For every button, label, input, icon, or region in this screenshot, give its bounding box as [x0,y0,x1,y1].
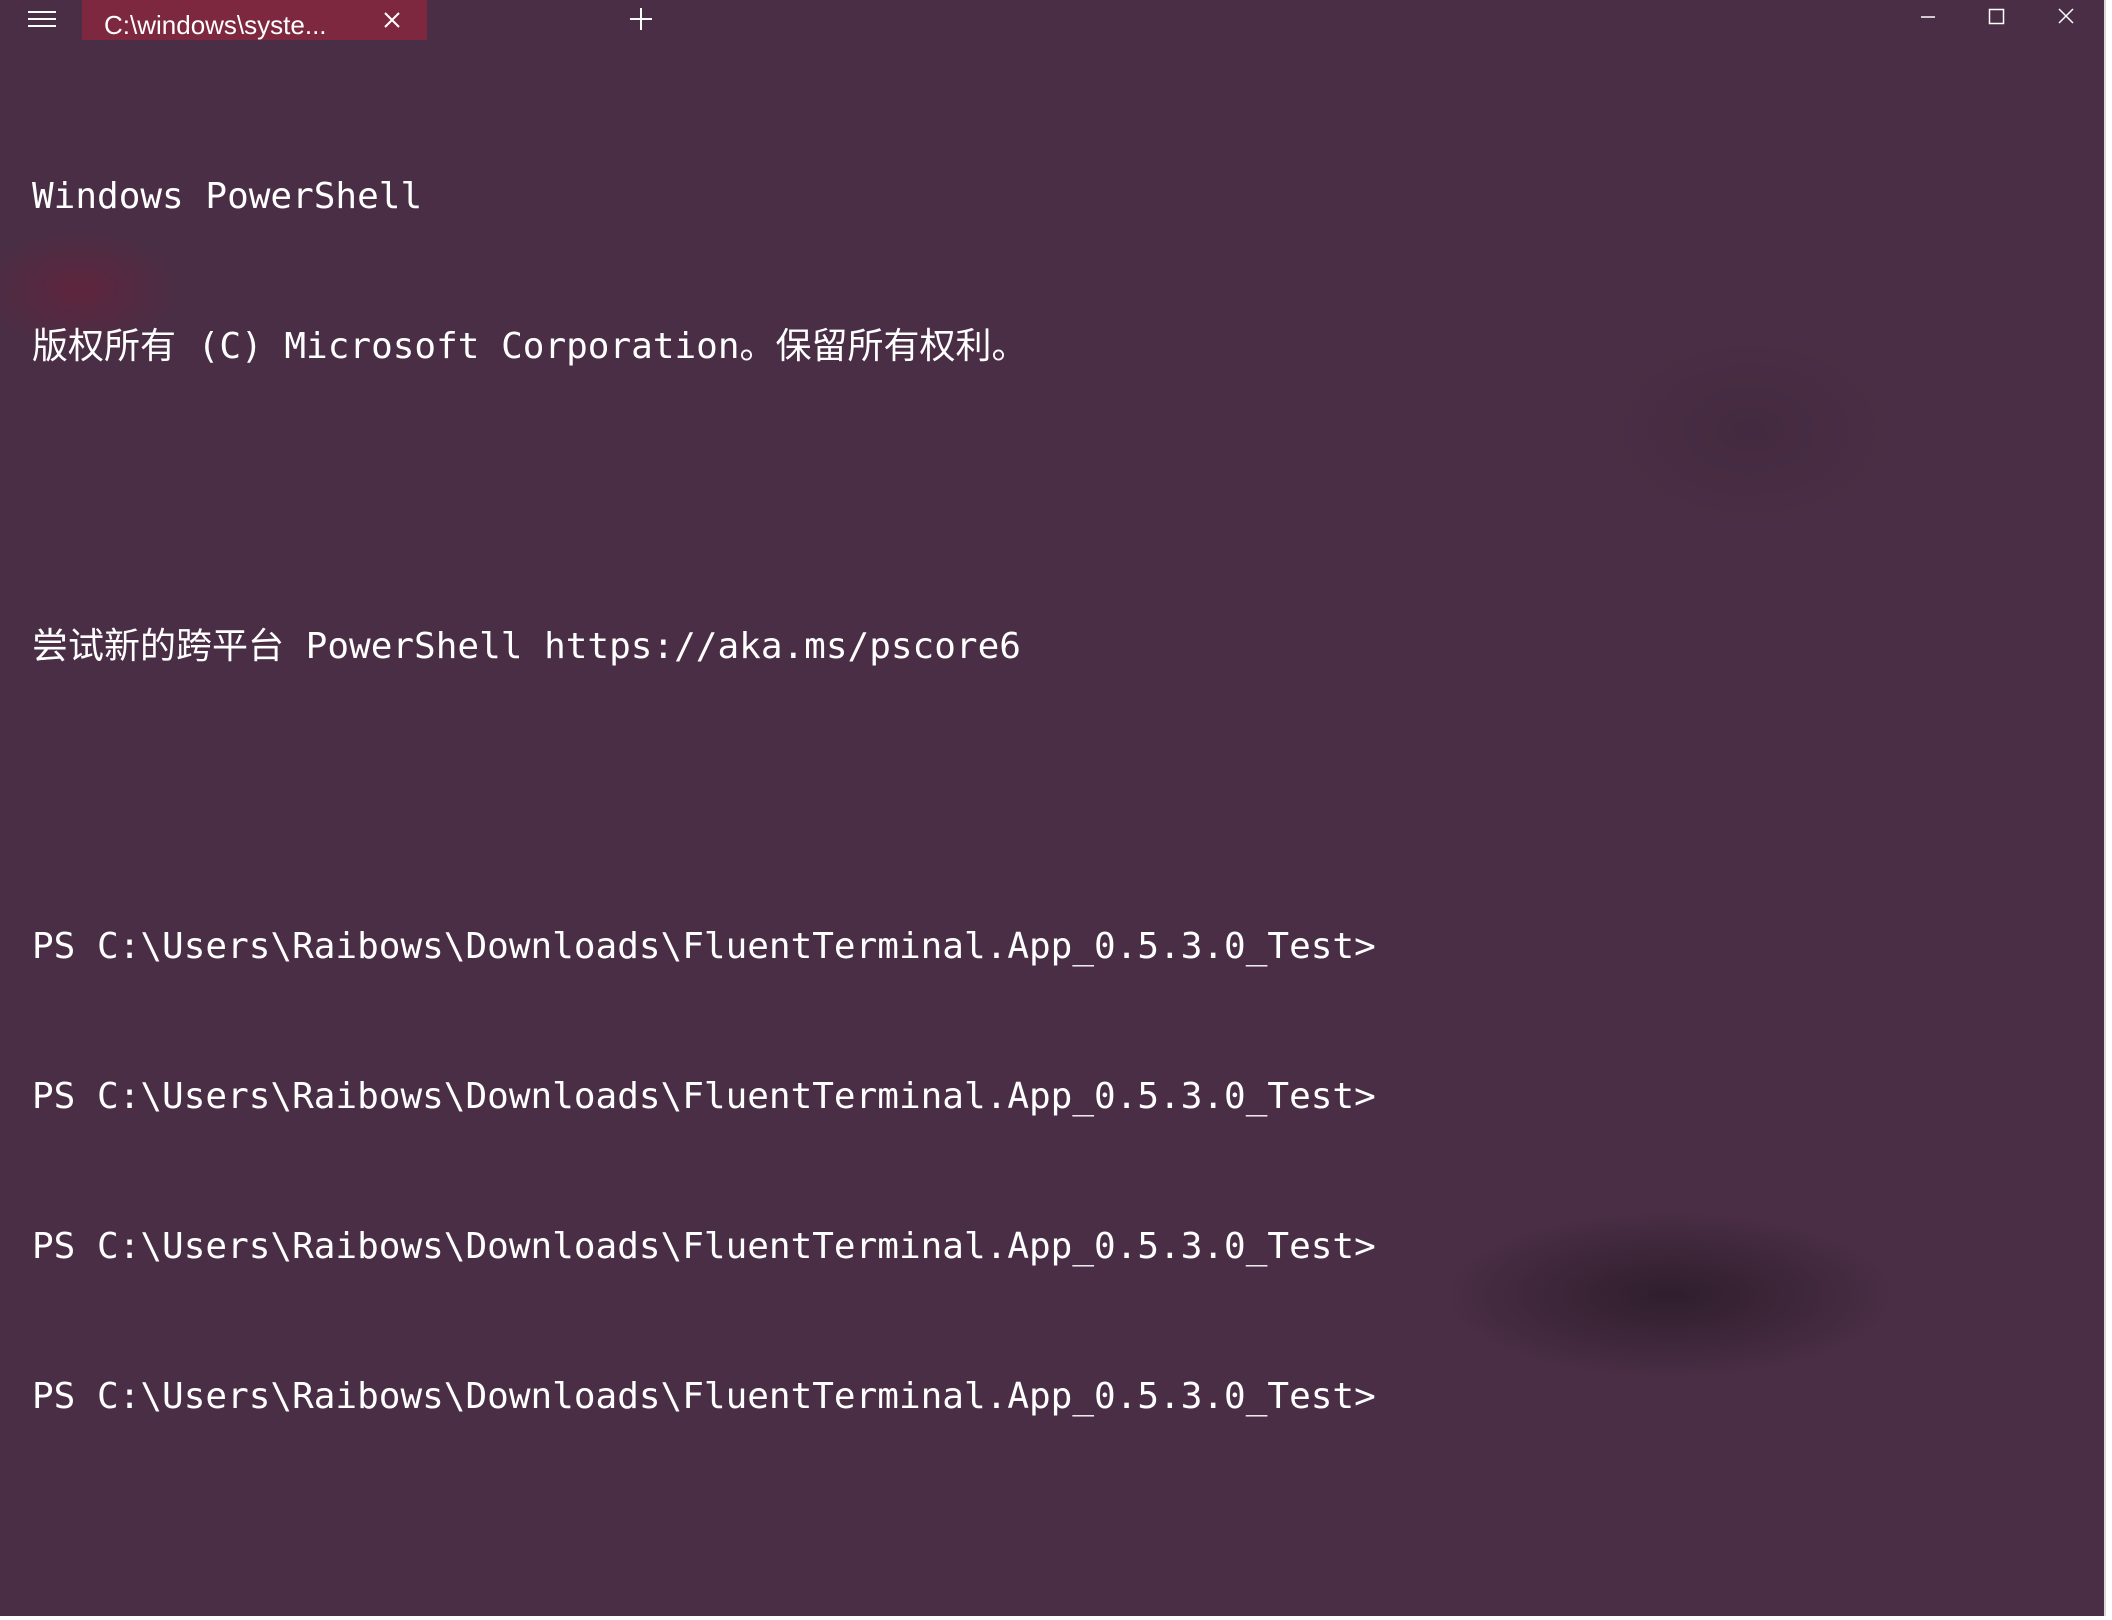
tab-close-icon[interactable] [378,6,406,34]
maximize-icon[interactable] [1966,0,2026,34]
terminal-line: 版权所有 (C) Microsoft Corporation。保留所有权利。 [32,326,1028,367]
tab-title: C:\windows\syste... [104,10,327,40]
tab-powershell[interactable]: C:\windows\syste... [82,0,427,40]
hamburger-menu-icon[interactable] [22,4,62,34]
terminal-prompt-line: PS C:\Users\Raibows\Downloads\FluentTerm… [32,1376,1376,1417]
terminal-prompt-line: PS C:\Users\Raibows\Downloads\FluentTerm… [32,926,1376,967]
title-bar: C:\windows\syste... [0,0,2104,40]
window-close-icon[interactable] [2036,0,2096,34]
terminal-window: C:\windows\syste... Windows PowerShell 版… [0,0,2106,1616]
terminal-line: Windows PowerShell [32,176,423,217]
new-tab-plus-icon[interactable] [624,2,658,36]
terminal-line: 尝试新的跨平台 PowerShell https://aka.ms/pscore… [32,626,1021,667]
terminal-prompt-line: PS C:\Users\Raibows\Downloads\FluentTerm… [32,1226,1376,1267]
minimize-icon[interactable] [1898,0,1958,34]
terminal-prompt-line: PS C:\Users\Raibows\Downloads\FluentTerm… [32,1076,1376,1117]
terminal-output[interactable]: Windows PowerShell 版权所有 (C) Microsoft Co… [32,72,2072,1522]
